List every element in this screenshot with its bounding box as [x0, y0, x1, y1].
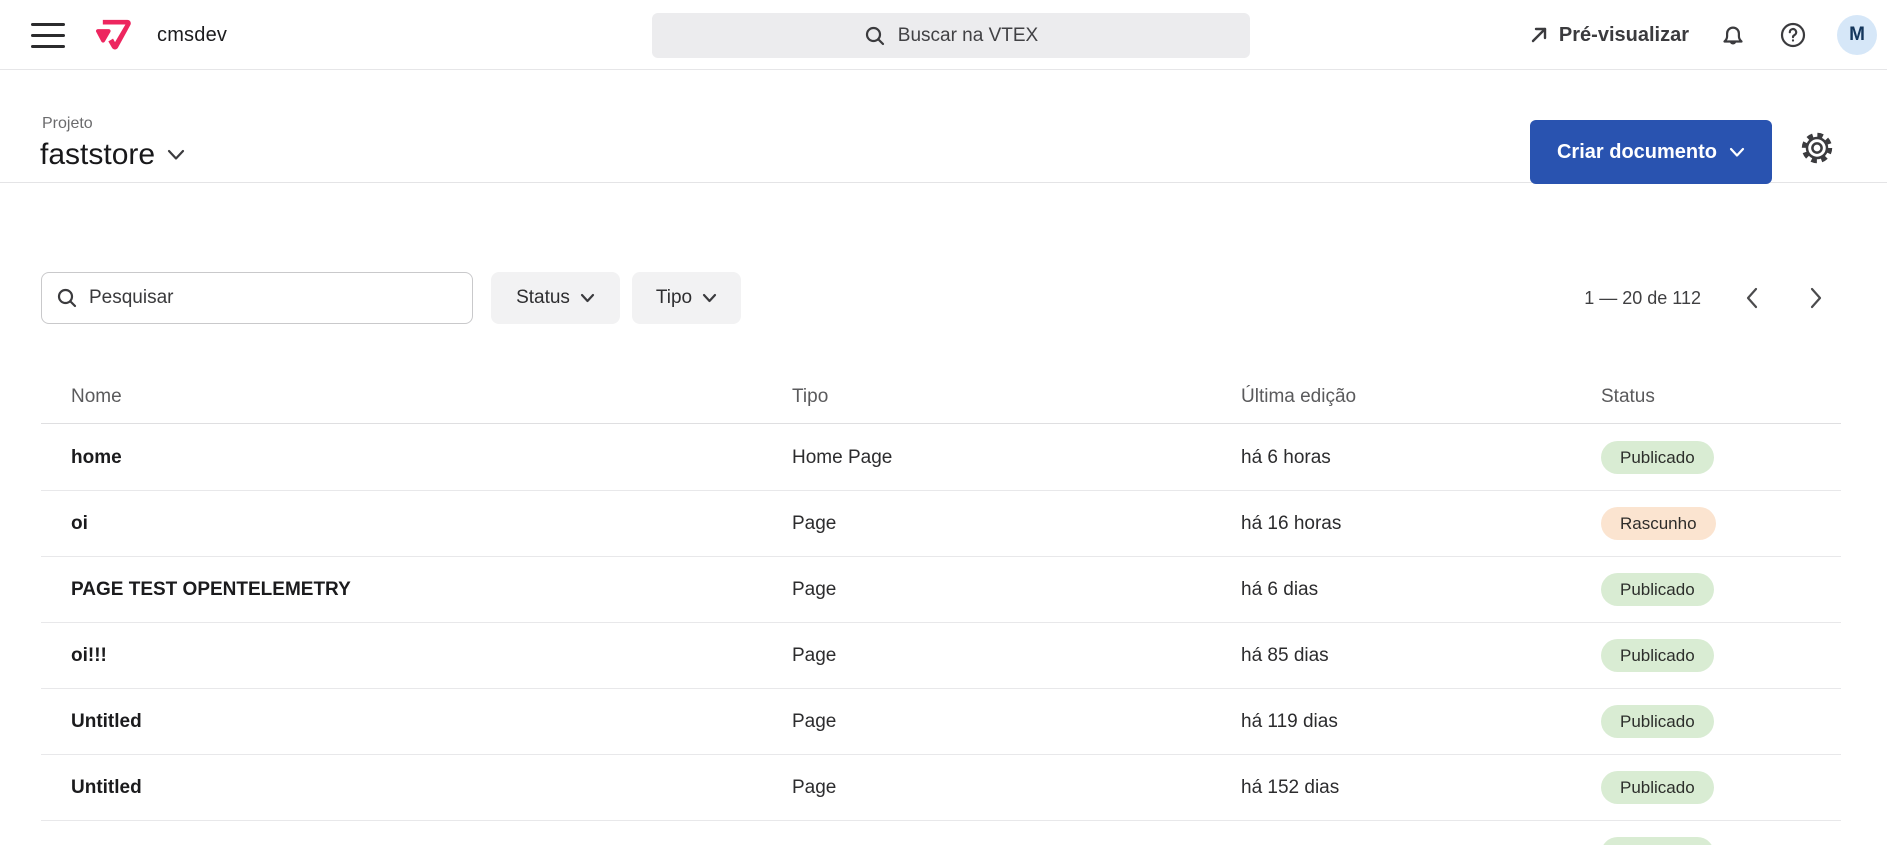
- project-label: Projeto: [42, 115, 93, 132]
- help-icon[interactable]: [1777, 19, 1809, 51]
- document-status-cell: Publicado: [1601, 837, 1841, 845]
- topbar-left: cmsdev: [29, 0, 227, 70]
- document-last-edited: há 16 horas: [1241, 512, 1342, 534]
- document-status-cell: Publicado: [1601, 705, 1841, 738]
- chevron-down-icon: [167, 149, 185, 160]
- status-badge: Publicado: [1601, 639, 1714, 672]
- document-status-cell: Publicado: [1601, 573, 1841, 606]
- document-name: oi: [71, 512, 88, 534]
- table-row[interactable]: oi!!! Page há 85 dias Publicado: [41, 623, 1841, 689]
- document-type: Home Page: [792, 446, 893, 468]
- topbar: cmsdev Buscar na VTEX Pré-visualizar M: [0, 0, 1887, 70]
- status-badge: Rascunho: [1601, 507, 1716, 540]
- status-filter-label: Status: [516, 287, 570, 308]
- chevron-down-icon: [1729, 147, 1745, 157]
- column-header-type: Tipo: [792, 385, 829, 407]
- user-avatar[interactable]: M: [1837, 15, 1877, 55]
- document-last-edited: há 119 dias: [1241, 710, 1338, 732]
- document-name: home: [71, 446, 122, 468]
- document-status-cell: Publicado: [1601, 441, 1841, 474]
- search-input[interactable]: [89, 287, 458, 309]
- type-filter-label: Tipo: [655, 287, 693, 308]
- pagination-range: 1 — 20 de 112: [1584, 287, 1701, 308]
- avatar-initial: M: [1849, 24, 1865, 45]
- table-header: Nome Tipo Última edição Status: [41, 370, 1841, 424]
- column-header-name: Nome: [71, 385, 122, 407]
- chevron-left-icon: [1746, 287, 1758, 309]
- settings-gear-icon[interactable]: [1798, 129, 1836, 167]
- arrow-up-right-icon: [1531, 27, 1547, 43]
- preview-button-label: Pré-visualizar: [1558, 23, 1689, 46]
- table-row[interactable]: home Home Page há 6 horas Publicado: [41, 425, 1841, 491]
- vtex-logo-icon[interactable]: [93, 14, 131, 56]
- table-row[interactable]: Publicado: [41, 821, 1841, 845]
- document-status-cell: Publicado: [1601, 639, 1841, 672]
- notifications-bell-icon[interactable]: [1717, 19, 1749, 51]
- project-header: Projeto faststore Criar documento: [0, 70, 1887, 184]
- status-filter-dropdown[interactable]: Status: [491, 272, 620, 324]
- document-search-input[interactable]: [41, 272, 473, 324]
- document-last-edited: há 6 dias: [1241, 578, 1319, 600]
- table-row[interactable]: PAGE TEST OPENTELEMETRY Page há 6 dias P…: [41, 557, 1841, 623]
- status-badge: Publicado: [1601, 771, 1714, 804]
- preview-button[interactable]: Pré-visualizar: [1529, 24, 1689, 47]
- document-type: Page: [792, 644, 837, 666]
- search-icon: [865, 26, 884, 45]
- search-icon: [57, 288, 77, 308]
- previous-page-button[interactable]: [1739, 283, 1765, 313]
- status-badge: Publicado: [1601, 573, 1714, 606]
- document-name: PAGE TEST OPENTELEMETRY: [71, 578, 351, 600]
- vtex-cms-page: cmsdev Buscar na VTEX Pré-visualizar M P…: [0, 0, 1887, 845]
- status-badge: Publicado: [1601, 441, 1714, 474]
- create-document-button[interactable]: Criar documento: [1530, 120, 1772, 184]
- document-status-cell: Rascunho: [1601, 507, 1841, 540]
- project-selector[interactable]: faststore: [40, 138, 185, 172]
- column-header-status: Status: [1601, 385, 1655, 407]
- document-last-edited: há 6 horas: [1241, 446, 1331, 468]
- chevron-down-icon: [580, 293, 595, 303]
- document-last-edited: há 85 dias: [1241, 644, 1329, 666]
- document-type: Page: [792, 578, 837, 600]
- chevron-right-icon: [1810, 287, 1822, 309]
- global-search-placeholder: Buscar na VTEX: [897, 24, 1039, 46]
- status-badge: Publicado: [1601, 837, 1714, 845]
- chevron-down-icon: [703, 293, 717, 303]
- table-row[interactable]: oi Page há 16 horas Rascunho: [41, 491, 1841, 557]
- document-name: Untitled: [71, 710, 142, 732]
- column-header-last-edited: Última edição: [1241, 385, 1357, 407]
- menu-icon[interactable]: [29, 19, 67, 52]
- document-last-edited: há 152 dias: [1241, 776, 1340, 798]
- next-page-button[interactable]: [1803, 283, 1829, 313]
- project-name: faststore: [40, 138, 156, 171]
- document-type: Page: [792, 710, 837, 732]
- table-body: home Home Page há 6 horas Publicado oi P…: [41, 425, 1841, 845]
- status-badge: Publicado: [1601, 705, 1714, 738]
- table-row[interactable]: Untitled Page há 152 dias Publicado: [41, 755, 1841, 821]
- account-name: cmsdev: [157, 23, 228, 46]
- topbar-right: Pré-visualizar M: [1529, 0, 1877, 70]
- document-name: Untitled: [71, 776, 142, 798]
- document-name: oi!!!: [71, 644, 107, 666]
- pagination: 1 — 20 de 112: [1584, 272, 1829, 324]
- document-status-cell: Publicado: [1601, 771, 1841, 804]
- type-filter-dropdown[interactable]: Tipo: [632, 272, 741, 324]
- global-search-bar[interactable]: Buscar na VTEX: [652, 13, 1250, 58]
- table-row[interactable]: Untitled Page há 119 dias Publicado: [41, 689, 1841, 755]
- document-type: Page: [792, 512, 837, 534]
- document-type: Page: [792, 776, 837, 798]
- create-document-label: Criar documento: [1556, 140, 1718, 163]
